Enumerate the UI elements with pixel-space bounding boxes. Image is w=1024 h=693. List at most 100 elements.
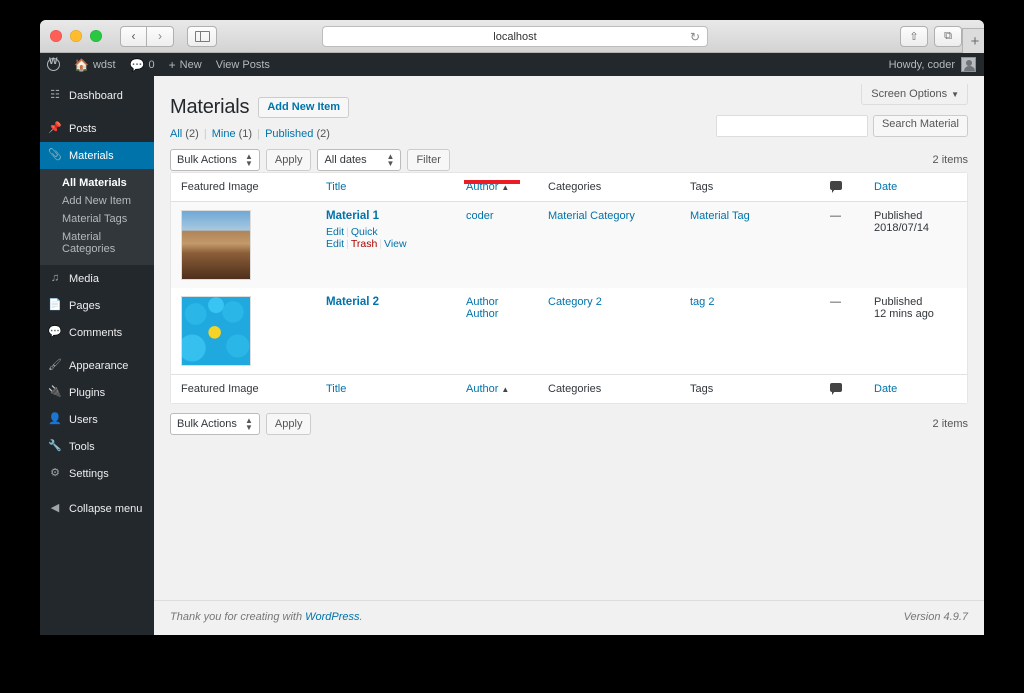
items-count-bottom: 2 items — [932, 417, 968, 430]
sidebar-item-comments[interactable]: 💬 Comments — [40, 319, 154, 346]
minimize-window-button[interactable] — [70, 30, 82, 42]
wp-body: ☷ Dashboard 📌 Posts 📎 Materials All Mate… — [40, 76, 984, 635]
sidebar-item-tools[interactable]: 🔧 Tools — [40, 433, 154, 460]
navigation-buttons: ‹ › — [120, 25, 174, 47]
maximize-window-button[interactable] — [90, 30, 102, 42]
comments-menu[interactable]: 💬 0 — [123, 53, 162, 76]
new-tab-button[interactable]: + — [962, 28, 984, 54]
category-link[interactable]: Category 2 — [548, 296, 602, 308]
footer-thanks: Thank you for creating with WordPress. — [170, 611, 363, 623]
sidebar-item-materials[interactable]: 📎 Materials — [40, 142, 154, 169]
sidebar-item-plugins[interactable]: 🔌 Plugins — [40, 379, 154, 406]
column-header-author[interactable]: Author ▲ — [456, 173, 538, 202]
wp-logo-menu[interactable] — [40, 53, 67, 76]
sort-author-link[interactable]: Author — [466, 383, 498, 395]
back-button[interactable]: ‹ — [120, 25, 147, 47]
date-filter-value: All dates — [324, 153, 367, 166]
filter-button[interactable]: Filter — [407, 148, 450, 171]
sidebar-item-collapse-menu[interactable]: ◀ Collapse menu — [40, 495, 154, 522]
browser-titlebar: ‹ › localhost ↻ ⇧ ⧉ + — [40, 20, 984, 54]
search-submit-button[interactable]: Search Material — [872, 115, 968, 137]
sort-date-link[interactable]: Date — [874, 383, 897, 395]
sidebar-item-media[interactable]: ♫ Media — [40, 265, 154, 292]
comments-icon: 💬 — [48, 326, 62, 338]
filter-all-link[interactable]: All — [170, 128, 182, 140]
date-status: Published — [874, 296, 923, 308]
forward-button[interactable]: › — [147, 25, 174, 47]
admin-sidebar: ☷ Dashboard 📌 Posts 📎 Materials All Mate… — [40, 76, 154, 635]
date-filter-select[interactable]: All dates ▲ ▼ — [317, 148, 402, 171]
author-link[interactable]: coder — [466, 210, 494, 222]
show-sidebar-button[interactable] — [187, 25, 217, 47]
pages-icon: 📄 — [48, 299, 62, 311]
column-footer-author[interactable]: Author ▲ — [456, 374, 538, 403]
column-footer-title[interactable]: Title — [316, 374, 456, 403]
column-header-title[interactable]: Title — [316, 173, 456, 202]
bulk-actions-select-top[interactable]: Bulk Actions ▲ ▼ — [170, 148, 260, 171]
bulk-actions-select-bottom[interactable]: Bulk Actions ▲ ▼ — [170, 412, 260, 435]
column-label: Categories — [548, 181, 602, 193]
smileys-thumbnail[interactable] — [181, 296, 251, 366]
tag-link[interactable]: tag 2 — [690, 296, 714, 308]
view-link[interactable]: View — [384, 238, 407, 250]
collapse-menu-label: Collapse menu — [69, 502, 143, 515]
table-footer-row: Featured Image Title Author▲ Categories — [171, 374, 967, 403]
tag-link[interactable]: Material Tag — [690, 210, 750, 222]
submenu-item-material-tags[interactable]: Material Tags — [40, 210, 154, 228]
sort-title-link[interactable]: Title — [326, 181, 346, 193]
sidebar-item-settings[interactable]: ⚙ Settings — [40, 460, 154, 487]
new-content-menu[interactable]: + New — [162, 53, 209, 76]
sidebar-item-posts[interactable]: 📌 Posts — [40, 115, 154, 142]
apply-button-bottom[interactable]: Apply — [265, 412, 312, 435]
address-bar[interactable]: localhost ↻ — [322, 26, 708, 47]
sidebar-item-users[interactable]: 👤 Users — [40, 406, 154, 433]
table-head: Featured Image Title Author▲ Categories — [171, 173, 967, 202]
show-tabs-button[interactable]: ⧉ — [934, 26, 962, 47]
trash-link[interactable]: Trash — [351, 238, 377, 250]
address-bar-url: localhost — [493, 30, 537, 43]
submenu-item-material-categories[interactable]: Material Categories — [40, 228, 154, 258]
edit-link[interactable]: Edit — [326, 226, 344, 238]
sort-title-link[interactable]: Title — [326, 383, 346, 395]
sidebar-item-pages[interactable]: 📄 Pages — [40, 292, 154, 319]
cell-author: Author Author — [456, 288, 538, 374]
row-title-link[interactable]: Material 1 — [326, 210, 379, 222]
dashboard-icon: ☷ — [50, 89, 60, 101]
screen-options-label: Screen Options — [871, 88, 948, 100]
sidebar-item-label: Settings — [69, 467, 109, 480]
date-status: Published — [874, 210, 923, 222]
sort-date-link[interactable]: Date — [874, 181, 897, 193]
search-form: Search Material — [715, 115, 968, 137]
column-header-comments[interactable] — [820, 173, 864, 202]
screen-options-toggle[interactable]: Screen Options ▼ — [861, 84, 968, 105]
plug-icon: 🔌 — [48, 386, 62, 398]
home-icon: 🏠 — [74, 57, 89, 72]
filter-published-link[interactable]: Published — [265, 128, 313, 140]
column-footer-comments[interactable] — [820, 374, 864, 403]
search-input[interactable] — [715, 115, 868, 137]
column-footer-date[interactable]: Date — [864, 374, 967, 403]
category-link[interactable]: Material Category — [548, 210, 635, 222]
close-window-button[interactable] — [50, 30, 62, 42]
sidebar-item-label: Dashboard — [69, 89, 123, 102]
view-posts-menu[interactable]: View Posts — [209, 53, 277, 76]
column-header-date[interactable]: Date — [864, 173, 967, 202]
table-row: Material 1 Edit | Quick Edit | Trash | View co… — [171, 202, 967, 288]
share-button[interactable]: ⇧ — [900, 26, 928, 47]
sand-dune-thumbnail[interactable] — [181, 210, 251, 280]
apply-button-top[interactable]: Apply — [265, 148, 312, 171]
add-new-item-button[interactable]: Add New Item — [258, 97, 350, 118]
filter-mine-link[interactable]: Mine — [212, 128, 236, 140]
comment-bubble-icon — [830, 383, 842, 395]
site-name-menu[interactable]: 🏠 wdst — [67, 53, 123, 76]
select-arrows-icon: ▲ ▼ — [245, 151, 253, 168]
wordpress-link[interactable]: WordPress — [305, 611, 359, 623]
submenu-item-all-materials[interactable]: All Materials — [40, 174, 154, 192]
submenu-item-add-new-item[interactable]: Add New Item — [40, 192, 154, 210]
account-menu[interactable]: Howdy, coder — [889, 57, 976, 72]
row-title-link[interactable]: Material 2 — [326, 296, 379, 308]
author-link[interactable]: Author Author — [466, 296, 498, 320]
sidebar-item-appearance[interactable]: 🖌 Appearance — [40, 352, 154, 379]
reload-icon[interactable]: ↻ — [690, 30, 700, 44]
sidebar-item-dashboard[interactable]: ☷ Dashboard — [40, 82, 154, 109]
